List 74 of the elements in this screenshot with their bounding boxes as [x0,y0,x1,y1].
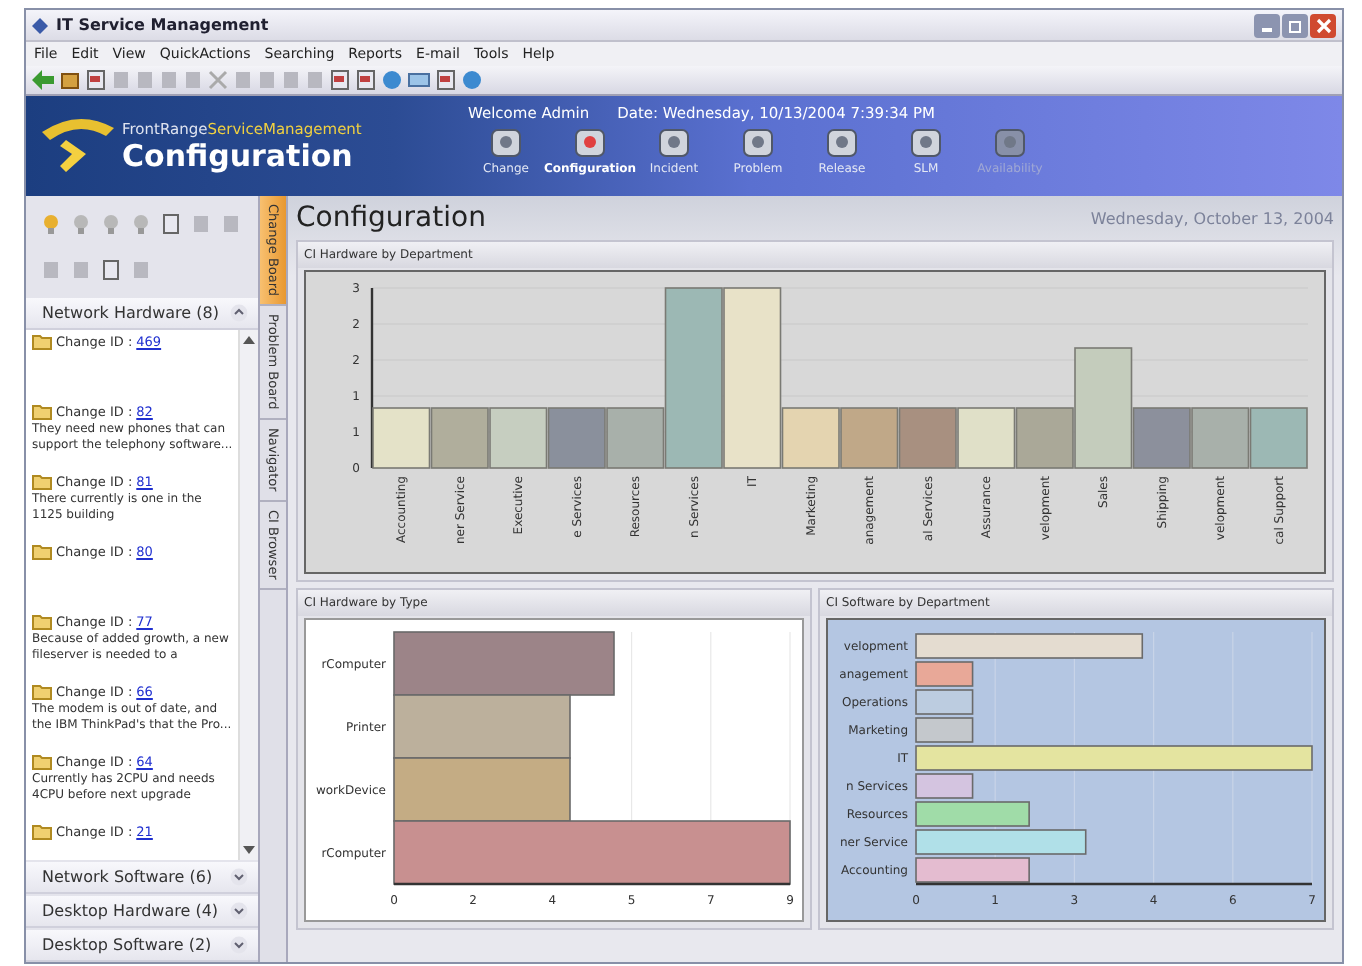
folder-icon [32,614,52,630]
bar [956,407,1015,469]
square-icon[interactable] [160,70,178,90]
square-icon[interactable] [258,70,276,90]
group-title: Desktop Hardware (4) [42,902,219,920]
module-icon [990,126,1030,162]
square-icon[interactable] [192,214,210,234]
bar [488,407,547,469]
document-icon[interactable] [162,214,180,234]
module-icon [822,126,862,162]
page-title: Configuration [296,202,486,234]
module-icon [654,126,694,162]
square-icon[interactable] [72,260,90,280]
group-title: Network Software (6) [42,868,213,886]
module-icon [570,126,610,162]
group-header[interactable]: Desktop Software (2) [26,930,258,962]
minimize-button[interactable] [1254,13,1280,37]
chevron-icon[interactable] [230,304,248,322]
square-icon[interactable] [132,260,150,280]
chevron-icon[interactable] [230,868,248,886]
document-icon[interactable] [102,260,120,280]
bulb-icon[interactable] [72,214,90,234]
folder-icon [32,684,52,700]
bar [429,407,488,469]
diamond-icon [32,17,48,33]
bar [1190,407,1249,469]
delete-icon[interactable] [208,70,228,90]
group-title: Network Hardware (8) [42,304,219,322]
group-header[interactable]: Network Hardware (8) [26,298,258,330]
bar [897,407,956,469]
back-arrow-icon[interactable] [32,70,54,90]
folder-icon [32,404,52,420]
group-title: Desktop Software (2) [42,936,212,954]
folder-icon [32,334,52,350]
module-icon [906,126,946,162]
document-icon[interactable] [356,70,376,90]
chevron-icon[interactable] [230,902,248,920]
document-icon[interactable] [436,70,456,90]
folder-icon [32,754,52,770]
square-icon[interactable] [42,260,60,280]
group-header[interactable]: Desktop Hardware (4) [26,896,258,928]
module-title: Configuration [122,137,355,173]
square-icon[interactable] [222,214,240,234]
bar [371,407,430,469]
bulb-icon[interactable] [102,214,120,234]
document-icon[interactable] [86,70,106,90]
document-icon[interactable] [330,70,350,90]
square-icon[interactable] [136,70,154,90]
bulb-icon[interactable] [42,214,60,234]
module-icon [738,126,778,162]
scroll-down-icon[interactable] [242,844,256,856]
folder-icon [32,824,52,840]
page-date: Wednesday, October 13, 2004 [1090,209,1334,227]
folder-icon [32,544,52,560]
square-icon[interactable] [184,70,202,90]
bulb-icon[interactable] [132,214,150,234]
bar [546,407,605,469]
close-button[interactable] [1310,13,1336,37]
scrollbar[interactable] [238,330,258,860]
card-icon[interactable] [408,70,430,90]
restore-icon [1287,17,1303,33]
scroll-up-icon[interactable] [242,334,256,346]
square-icon[interactable] [234,70,252,90]
window-title: IT Service Management [56,16,269,34]
box-icon[interactable] [60,70,80,90]
chevron-icon[interactable] [230,936,248,954]
bar [1248,407,1307,469]
restore-button[interactable] [1282,13,1308,37]
module-icon [486,126,526,162]
folder-icon [32,474,52,490]
square-icon[interactable] [282,70,300,90]
group-header[interactable]: Network Software (6) [26,862,258,894]
close-icon [1315,17,1331,33]
bar [839,407,898,469]
